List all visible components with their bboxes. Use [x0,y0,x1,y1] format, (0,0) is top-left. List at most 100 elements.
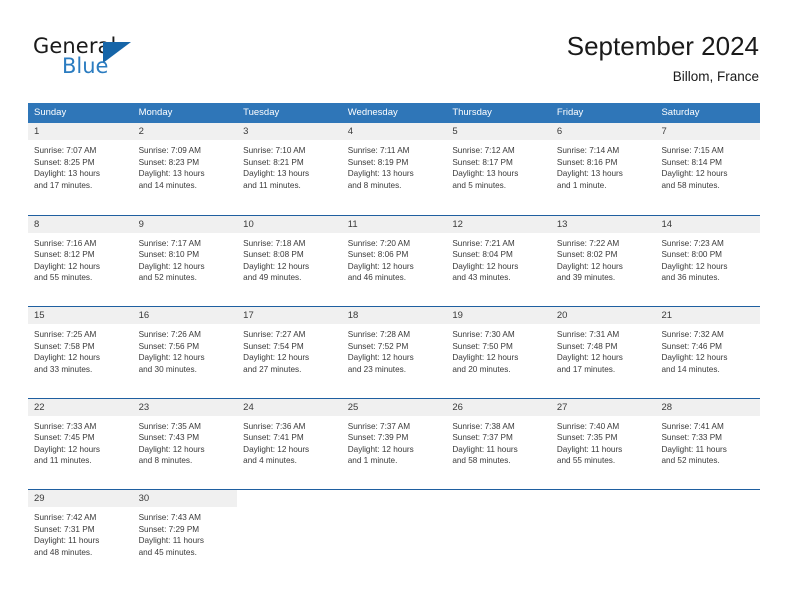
day-number: 13 [550,215,656,233]
sunrise-time: Sunrise: 7:25 AM [34,330,97,339]
day-number: 6 [550,123,656,140]
day-cell[interactable]: 18 Sunrise: 7:28 AM Sunset: 7:52 PM Dayligh… [341,307,447,398]
sunrise-time: Sunrise: 7:40 AM [556,421,620,431]
day-cell[interactable]: 28 Sunrise: 7:41 AM Sunset: 7:33 PM Dayligh… [655,398,761,489]
daylight-duration-line2: and 36 minutes. [661,273,720,283]
daylight-duration-line1: Daylight: 11 hours [661,444,727,454]
day-cell[interactable]: 2 Sunrise: 7:09 AM Sunset: 8:23 PM Daylight… [132,123,238,215]
day-cell[interactable]: 27 Sunrise: 7:40 AM Sunset: 7:35 PM Dayligh… [550,398,656,489]
day-number: 2 [132,123,238,140]
sunset-time: Sunset: 8:25 PM [34,157,95,167]
sunrise-time: Sunrise: 7:26 AM [138,330,201,339]
daylight-duration-line2: and 27 minutes. [243,364,302,374]
daylight-duration-line1: Daylight: 11 hours [138,536,204,546]
page-header: General Blue September 2024 Billom, Fran… [0,0,792,100]
sunrise-time: Sunrise: 7:35 AM [138,421,201,431]
day-number: 27 [550,398,656,416]
daylight-duration-line1: Daylight: 12 hours [34,261,100,271]
day-number: 7 [655,123,761,140]
general-blue-logo[interactable]: General Blue [33,34,233,86]
day-cell[interactable]: 26 Sunrise: 7:38 AM Sunset: 7:37 PM Dayligh… [446,398,551,489]
day-cell[interactable]: 10 Sunrise: 7:18 AM Sunset: 8:08 PM Dayligh… [237,215,342,306]
day-cell[interactable]: 20 Sunrise: 7:31 AM Sunset: 7:48 PM Dayligh… [550,307,656,398]
daylight-duration-line1: Daylight: 12 hours [243,261,310,271]
sunrise-time: Sunrise: 7:27 AM [243,330,306,339]
day-cell[interactable]: 11 Sunrise: 7:20 AM Sunset: 8:06 PM Dayligh… [341,215,447,306]
sunset-time: Sunset: 7:54 PM [243,341,304,351]
sunset-time: Sunset: 8:02 PM [556,250,618,260]
day-cell[interactable]: 16 Sunrise: 7:26 AM Sunset: 7:56 PM Dayligh… [132,307,238,398]
day-details: Sunrise: 7:32 AM Sunset: 7:46 PM Daylight:… [655,324,760,375]
day-details: Sunrise: 7:27 AM Sunset: 7:54 PM Daylight:… [237,324,342,375]
day-cell[interactable]: 6 Sunrise: 7:14 AM Sunset: 8:16 PM Daylight… [550,123,656,215]
day-cell[interactable]: 24 Sunrise: 7:36 AM Sunset: 7:41 PM Dayligh… [237,398,342,489]
calendar-grid: Sunday Monday Tuesday Wednesday Thursday… [28,103,761,581]
day-cell[interactable]: 22 Sunrise: 7:33 AM Sunset: 7:45 PM Dayligh… [28,398,133,489]
daylight-duration-line2: and 17 minutes. [34,180,93,190]
day-cell[interactable]: 29 Sunrise: 7:42 AM Sunset: 7:31 PM Dayligh… [28,490,133,581]
day-cell[interactable]: 3 Sunrise: 7:10 AM Sunset: 8:21 PM Daylight… [237,123,342,215]
sunrise-time: Sunrise: 7:38 AM [452,421,515,431]
sunrise-time: Sunrise: 7:07 AM [34,146,97,155]
day-number: 18 [341,307,447,324]
weekday-header-thursday: Thursday [452,107,492,118]
weeks-container: 1 Sunrise: 7:07 AM Sunset: 8:25 PM Daylight… [28,123,761,581]
day-cell[interactable]: 23 Sunrise: 7:35 AM Sunset: 7:43 PM Dayligh… [132,398,238,489]
weekday-header-monday: Monday [138,107,173,118]
title-block: September 2024 Billom, France [567,30,759,85]
day-cell[interactable]: 17 Sunrise: 7:27 AM Sunset: 7:54 PM Dayligh… [237,307,342,398]
day-details: Sunrise: 7:40 AM Sunset: 7:35 PM Daylight:… [551,416,656,467]
day-details: Sunrise: 7:17 AM Sunset: 8:10 PM Daylight:… [133,233,238,284]
day-number: 26 [446,398,551,416]
day-cell[interactable]: 1 Sunrise: 7:07 AM Sunset: 8:25 PM Daylight… [28,123,133,215]
daylight-duration-line2: and 20 minutes. [452,364,511,374]
day-cell[interactable]: 8 Sunrise: 7:16 AM Sunset: 8:12 PM Daylight… [28,215,133,306]
day-cell[interactable]: 9 Sunrise: 7:17 AM Sunset: 8:10 PM Daylight… [132,215,238,306]
day-number [237,490,342,507]
weekday-header-wednesday: Wednesday [347,107,398,118]
sunrise-time: Sunrise: 7:42 AM [34,513,97,522]
day-number: 8 [28,215,133,233]
daylight-duration-line2: and 8 minutes. [347,180,402,190]
day-cell[interactable]: 21 Sunrise: 7:32 AM Sunset: 7:46 PM Dayligh… [655,307,761,398]
daylight-duration-line2: and 14 minutes. [661,364,720,374]
day-cell-empty [655,490,761,581]
daylight-duration-line1: Daylight: 13 hours [138,169,205,179]
day-details: Sunrise: 7:28 AM Sunset: 7:52 PM Daylight:… [342,324,447,375]
daylight-duration-line1: Daylight: 12 hours [556,353,623,363]
sunrise-time: Sunrise: 7:14 AM [556,146,620,155]
daylight-duration-line1: Daylight: 12 hours [138,353,205,363]
sunset-time: Sunset: 8:08 PM [243,250,304,260]
daylight-duration-line2: and 8 minutes. [138,456,193,466]
sunrise-time: Sunrise: 7:10 AM [243,146,306,155]
sunrise-time: Sunrise: 7:31 AM [556,330,620,339]
sunrise-time: Sunrise: 7:09 AM [138,146,201,155]
day-number [446,490,551,507]
day-cell[interactable]: 7 Sunrise: 7:15 AM Sunset: 8:14 PM Daylight… [655,123,761,215]
day-cell[interactable]: 19 Sunrise: 7:30 AM Sunset: 7:50 PM Dayligh… [446,307,551,398]
day-cell[interactable]: 15 Sunrise: 7:25 AM Sunset: 7:58 PM Dayligh… [28,307,133,398]
day-cell[interactable]: 14 Sunrise: 7:23 AM Sunset: 8:00 PM Dayligh… [655,215,761,306]
sunrise-time: Sunrise: 7:28 AM [347,330,411,339]
daylight-duration-line1: Daylight: 12 hours [452,261,519,271]
page-title: September 2024 [566,31,759,61]
day-details: Sunrise: 7:31 AM Sunset: 7:48 PM Daylight:… [551,324,656,375]
day-cell[interactable]: 5 Sunrise: 7:12 AM Sunset: 8:17 PM Daylight… [446,123,551,215]
day-details: Sunrise: 7:15 AM Sunset: 8:14 PM Daylight:… [655,140,760,191]
day-number [551,490,656,507]
sunset-time: Sunset: 8:06 PM [347,250,409,260]
sunset-time: Sunset: 7:37 PM [452,433,513,443]
location-subtitle: Billom, France [672,69,759,84]
day-cell[interactable]: 13 Sunrise: 7:22 AM Sunset: 8:02 PM Dayligh… [550,215,656,306]
day-details: Sunrise: 7:42 AM Sunset: 7:31 PM Daylight:… [28,507,133,558]
day-cell[interactable]: 4 Sunrise: 7:11 AM Sunset: 8:19 PM Daylight… [341,123,447,215]
daylight-duration-line1: Daylight: 12 hours [34,444,100,454]
day-cell[interactable]: 25 Sunrise: 7:37 AM Sunset: 7:39 PM Dayligh… [341,398,447,489]
day-details: Sunrise: 7:22 AM Sunset: 8:02 PM Daylight:… [551,233,656,284]
day-cell[interactable]: 12 Sunrise: 7:21 AM Sunset: 8:04 PM Dayligh… [446,215,551,306]
sunrise-time: Sunrise: 7:32 AM [661,330,724,339]
sunset-time: Sunset: 7:41 PM [243,433,304,443]
day-cell[interactable]: 30 Sunrise: 7:43 AM Sunset: 7:29 PM Dayligh… [132,490,238,581]
day-number: 14 [655,215,761,233]
sunset-time: Sunset: 8:12 PM [34,250,95,260]
